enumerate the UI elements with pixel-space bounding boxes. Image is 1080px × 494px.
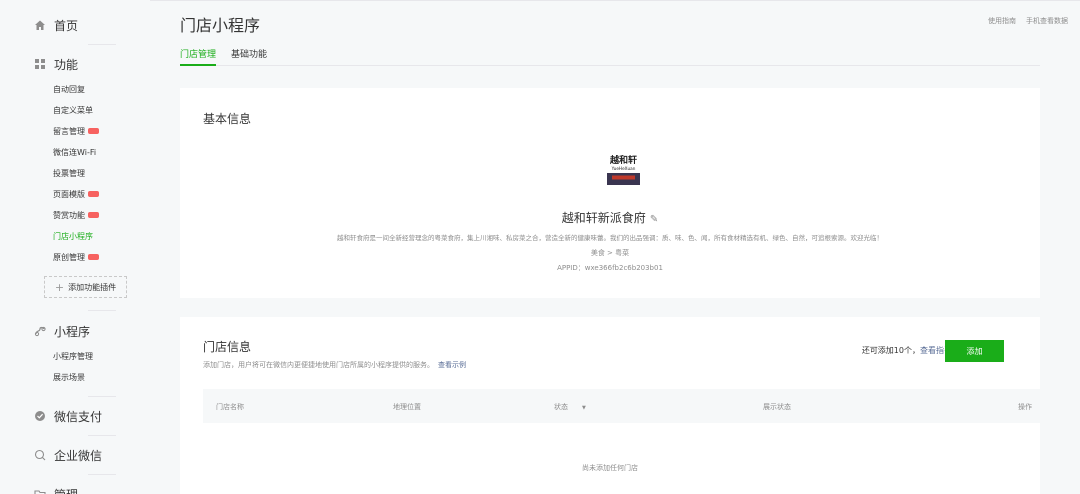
add-plugin-button[interactable]: + 添加功能插件 — [44, 276, 127, 298]
plus-icon: + — [54, 280, 65, 294]
table-header: 门店名称 地理位置 状态 ▼ 展示状态 操作 — [203, 389, 1044, 423]
sidebar-divider — [88, 396, 116, 397]
sidebar-item-store-miniprogram[interactable]: 门店小程序 — [53, 230, 93, 242]
store-logo: 越和轩 YueHeXuan — [607, 154, 640, 185]
column-store-name: 门店名称 — [216, 403, 244, 411]
sidebar-item-label: 页面模版 — [53, 189, 85, 199]
sidebar-manage-label: 管理 — [54, 486, 78, 494]
sidebar-item-comments[interactable]: 留言管理 — [53, 125, 99, 137]
sidebar-wechat-pay-label: 微信支付 — [54, 409, 103, 424]
tab-basic-functions[interactable]: 基础功能 — [231, 47, 267, 66]
add-plugin-label: 添加功能插件 — [68, 282, 117, 292]
miniprogram-icon — [34, 325, 46, 337]
sidebar-home-label: 首页 — [54, 18, 79, 33]
sidebar-item-votes[interactable]: 投票管理 — [53, 167, 85, 179]
sidebar-item-appreciation[interactable]: 赞赏功能 — [53, 209, 99, 221]
sidebar-item-display-scenes[interactable]: 展示场景 — [53, 371, 85, 383]
sidebar-divider — [88, 44, 116, 45]
sidebar-item-label: 留言管理 — [53, 126, 85, 136]
sidebar-features-label: 功能 — [54, 57, 79, 72]
grid-icon — [34, 58, 46, 70]
view-example-link[interactable]: 查看示例 — [438, 361, 466, 369]
store-category: 美食 > 粤菜 — [590, 249, 630, 257]
sidebar-features[interactable]: 功能 — [34, 54, 78, 74]
empty-state: 尚未添加任何门店 — [582, 464, 638, 472]
store-info-card: 门店信息 添加门店，用户将可在微信内更便捷地使用门店所属的小程序提供的服务。 查看… — [180, 317, 1044, 494]
store-name-text: 越和轩新派食府 — [561, 211, 646, 225]
tab-bar: 门店管理 基础功能 — [180, 47, 1040, 66]
logo-text-cn: 越和轩 — [609, 154, 637, 166]
basic-info-card: 基本信息 越和轩 YueHeXuan 越和轩新派食府 ✎ 越和轩食府是一间全新经营… — [180, 88, 1040, 298]
guide-link[interactable]: 使用指南 — [988, 16, 1016, 26]
logo-text-en: YueHeXuan — [611, 166, 636, 171]
sidebar-divider — [88, 435, 116, 436]
sidebar-work-wechat[interactable]: 企业微信 — [34, 445, 102, 465]
mobile-data-link[interactable]: 手机查看数据 — [1026, 16, 1068, 26]
new-badge — [88, 212, 99, 218]
new-badge — [88, 254, 99, 260]
sidebar-item-auto-reply[interactable]: 自动回复 — [53, 83, 85, 95]
column-display-status: 展示状态 — [763, 403, 791, 411]
sidebar-miniprogram[interactable]: 小程序 — [34, 321, 90, 341]
new-badge — [88, 128, 99, 134]
sidebar-work-wechat-label: 企业微信 — [54, 448, 103, 463]
edit-icon[interactable]: ✎ — [650, 214, 658, 225]
sidebar-item-miniprogram-manage[interactable]: 小程序管理 — [53, 350, 93, 362]
sidebar-item-label: 原创管理 — [53, 252, 85, 262]
sidebar-wechat-pay[interactable]: 微信支付 — [34, 406, 102, 426]
sidebar-miniprogram-label: 小程序 — [54, 324, 91, 339]
sidebar-divider — [88, 474, 116, 475]
add-store-button[interactable]: 添加 — [945, 340, 1004, 362]
store-info-title: 门店信息 — [203, 340, 252, 354]
wechat-pay-icon — [34, 410, 46, 422]
new-badge — [88, 191, 99, 197]
page-title: 门店小程序 — [180, 16, 261, 35]
caret-down-icon: ▼ — [582, 405, 586, 411]
top-links: 使用指南 手机查看数据 — [988, 16, 1068, 26]
store-appid: APPID：wxe366fb2c6b203b01 — [557, 264, 663, 272]
sidebar-item-original[interactable]: 原创管理 — [53, 251, 99, 263]
column-location: 地理位置 — [393, 403, 421, 411]
home-icon — [34, 19, 46, 31]
remaining-text: 还可添加10个， — [861, 346, 920, 355]
tab-store-manage[interactable]: 门店管理 — [180, 47, 217, 66]
column-status[interactable]: 状态 ▼ — [554, 402, 586, 412]
sidebar-item-wifi[interactable]: 微信连Wi-Fi — [53, 146, 96, 158]
sidebar-home[interactable]: 首页 — [34, 15, 78, 35]
basic-info-title: 基本信息 — [203, 112, 252, 126]
column-status-label: 状态 — [554, 403, 568, 411]
sidebar-manage[interactable]: 管理 — [34, 484, 78, 494]
store-info-tip: 添加门店，用户将可在微信内更便捷地使用门店所属的小程序提供的服务。 查看示例 — [203, 360, 466, 370]
work-wechat-icon — [34, 449, 46, 461]
top-divider — [0, 0, 1080, 1]
sidebar-item-label: 赞赏功能 — [53, 210, 85, 220]
store-description: 越和轩食府是一间全新经营理念的粤菜食府，集上川湘味、私房菜之合，营造全新的健康味… — [337, 234, 883, 242]
sidebar-item-custom-menu[interactable]: 自定义菜单 — [53, 104, 93, 116]
sidebar-divider — [88, 310, 116, 311]
sidebar: 首页 功能 自动回复 自定义菜单 留言管理 微信连Wi-Fi 投票管理 页面模版… — [0, 0, 150, 494]
folder-icon — [34, 488, 46, 494]
column-actions: 操作 — [1018, 403, 1032, 411]
sidebar-item-page-templates[interactable]: 页面模版 — [53, 188, 99, 200]
store-tip-text: 添加门店，用户将可在微信内更便捷地使用门店所属的小程序提供的服务。 — [203, 361, 434, 369]
remaining-count: 还可添加10个，查看指引 — [862, 345, 952, 356]
store-name: 越和轩新派食府 ✎ — [180, 209, 1040, 226]
